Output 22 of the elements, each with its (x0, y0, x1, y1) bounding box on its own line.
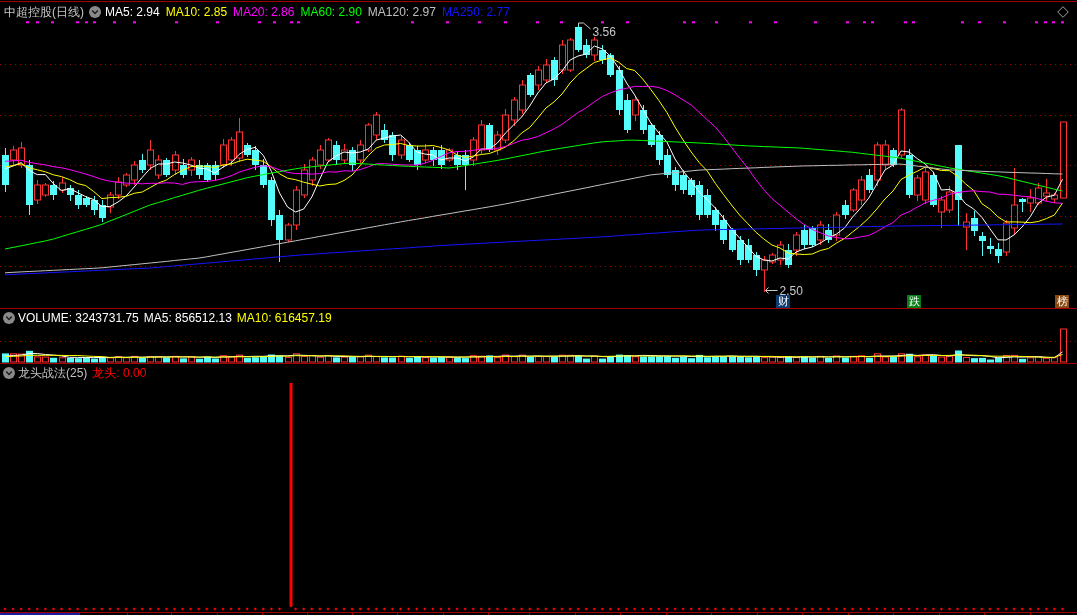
indicator-readout: VOLUME: 3243731.75 (18, 311, 139, 324)
dropdown-icon[interactable] (3, 311, 15, 324)
indicator-readout: MA20: 2.86 (233, 5, 295, 18)
diamond-icon[interactable] (1057, 5, 1069, 18)
indicator-readout: MA5: 856512.13 (143, 311, 232, 324)
marker-tag[interactable]: 榜 (1055, 295, 1069, 308)
indicator-readout: MA10: 616457.19 (236, 311, 332, 324)
chart-title: 中超控股(日线) (4, 5, 84, 18)
indicator-readout: 龙头: 0.00 (92, 367, 147, 379)
marker-tag[interactable]: 财 (776, 295, 790, 308)
leader-line (578, 22, 591, 30)
dropdown-icon[interactable] (89, 5, 101, 18)
dropdown-icon[interactable] (3, 367, 15, 379)
indicator-title: 龙头战法(25) (18, 367, 88, 379)
arrow-pointer (765, 287, 778, 294)
indicator-readout: MA250: 2.77 (441, 5, 510, 18)
price-label: 3.56 (592, 24, 616, 39)
indicator-readout: MA10: 2.85 (165, 5, 228, 18)
indicator-readout: MA60: 2.90 (300, 5, 362, 18)
indicator-readout: MA5: 2.94 (105, 5, 160, 18)
marker-tag[interactable]: 跌 (907, 295, 921, 308)
indicator-readout: MA120: 2.97 (367, 5, 436, 18)
